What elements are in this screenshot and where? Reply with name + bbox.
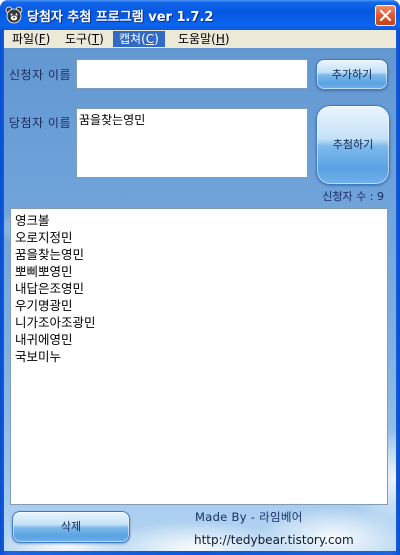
menu-capture-label: 캡쳐( xyxy=(119,32,146,46)
menu-help-accel: H xyxy=(215,32,225,46)
main-panel: 신청자 이름 추가하기 당첨자 이름 꿈을찾는영민 추첨하기 신청자 수 : 9… xyxy=(4,48,396,551)
applicant-count-label: 신청자 수 : xyxy=(322,190,374,203)
author-url: http://tedybear.tistory.com xyxy=(194,533,354,547)
list-item[interactable]: 뽀삐뽀영민 xyxy=(11,263,387,280)
menu-capture[interactable]: 캡쳐(C) xyxy=(113,31,165,47)
applicant-name-input[interactable] xyxy=(76,59,308,89)
window-title: 당첨자 추첨 프로그램 ver 1.7.2 xyxy=(27,10,214,25)
close-icon xyxy=(379,9,392,22)
menu-tools-close-paren: ) xyxy=(99,32,104,46)
add-button[interactable]: 추가하기 xyxy=(316,59,388,90)
menu-help-label: 도움말( xyxy=(178,32,216,46)
menu-file-label: 파일( xyxy=(12,32,39,46)
applicant-name-label: 신청자 이름 xyxy=(9,68,72,82)
menu-bar: 파일(F) 도구(T) 캡쳐(C) 도움말(H) xyxy=(4,30,396,48)
list-item[interactable]: 우기명광민 xyxy=(11,297,387,314)
menu-help[interactable]: 도움말(H) xyxy=(172,31,236,47)
menu-tools-label: 도구( xyxy=(65,32,92,46)
close-button[interactable] xyxy=(375,5,396,26)
applicant-count-value: 9 xyxy=(377,190,384,203)
delete-button[interactable]: 삭제 xyxy=(12,511,130,543)
list-item[interactable]: 꿈을찾는영민 xyxy=(11,246,387,263)
menu-tools-accel: T xyxy=(91,32,100,46)
draw-button[interactable]: 추첨하기 xyxy=(316,105,390,185)
winner-name-field[interactable]: 꿈을찾는영민 xyxy=(76,108,308,178)
app-window: 당첨자 추첨 프로그램 ver 1.7.2 파일(F) 도구(T) 캡쳐(C) … xyxy=(0,0,400,555)
applicant-count: 신청자 수 : 9 xyxy=(300,188,384,204)
menu-tools[interactable]: 도구(T) xyxy=(59,31,110,47)
list-item[interactable]: 오로지정민 xyxy=(11,229,387,246)
menu-capture-close-paren: ) xyxy=(154,32,159,46)
winner-name-label: 당첨자 이름 xyxy=(9,116,72,130)
menu-capture-accel: C xyxy=(145,32,155,46)
title-bar[interactable]: 당첨자 추첨 프로그램 ver 1.7.2 xyxy=(0,0,400,30)
menu-help-close-paren: ) xyxy=(224,32,230,46)
list-item[interactable]: 영크볼 xyxy=(11,212,387,229)
list-item[interactable]: 내귀에영민 xyxy=(11,331,387,348)
list-item[interactable]: 국보미누 xyxy=(11,348,387,365)
applicant-list[interactable]: 영크볼 오로지정민 꿈을찾는영민 뽀삐뽀영민 내답은조영민 우기명광민 니가조아조광민 내귀에… xyxy=(10,208,388,505)
menu-file[interactable]: 파일(F) xyxy=(6,31,56,47)
bear-icon[interactable] xyxy=(5,6,23,24)
menu-file-close-paren: ) xyxy=(45,32,51,46)
list-item[interactable]: 니가조아조광민 xyxy=(11,314,387,331)
menu-file-accel: F xyxy=(38,32,46,46)
list-item[interactable]: 내답은조영민 xyxy=(11,280,387,297)
author-credit: Made By - 라임베어 xyxy=(195,510,303,524)
